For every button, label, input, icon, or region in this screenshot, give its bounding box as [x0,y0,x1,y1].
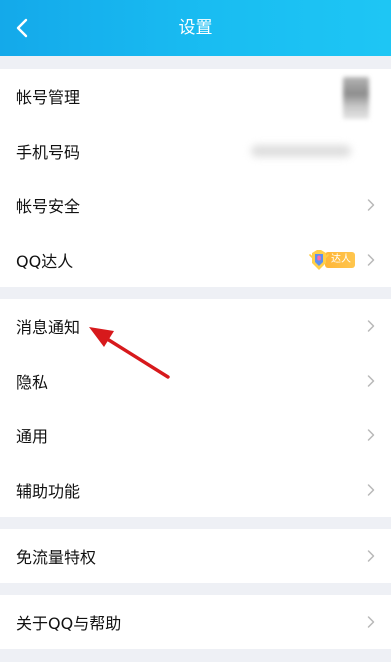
settings-item-label: 免流量特权 [16,548,97,567]
settings-item-label: 帐号管理 [16,88,81,108]
page-title: 设置 [178,18,213,38]
chevron-right-icon [367,199,375,212]
settings-item-label: QQ达人 [16,252,74,272]
settings-item-general[interactable]: 通用 [0,408,391,463]
settings-item-notifications[interactable]: 消息通知 [0,299,391,354]
chevron-right-icon [367,616,375,628]
qq-daren-badge-text: 达人 [325,252,355,269]
settings-item-label: 辅助功能 [16,482,81,502]
settings-item-accessibility[interactable]: 辅助功能 [0,463,391,518]
data-privilege-group: 免流量特权 [0,529,391,583]
chevron-right-icon [367,429,375,442]
settings-item-label: 通用 [16,427,49,447]
chevron-right-icon [367,375,375,387]
settings-item-about-help[interactable]: 关于QQ与帮助 [0,595,391,649]
settings-item-label: 隐私 [16,372,49,392]
title-bar: 设置 [0,0,391,56]
about-group: 关于QQ与帮助 [0,595,391,649]
chevron-right-icon [367,550,375,562]
settings-item-privacy[interactable]: 隐私 [0,354,391,409]
phone-number-value [251,144,351,157]
avatar [343,77,369,119]
settings-item-phone-number[interactable]: 手机号码 [0,124,391,179]
settings-item-label: 关于QQ与帮助 [16,614,122,633]
settings-item-account-management[interactable]: 帐号管理 [0,69,391,124]
settings-item-label: 帐号安全 [16,197,81,217]
settings-item-account-security[interactable]: 帐号安全 [0,178,391,233]
chevron-right-icon [367,320,375,333]
settings-item-label: 消息通知 [16,318,81,338]
settings-item-qq-daren[interactable]: QQ达人 达人 [0,233,391,288]
chevron-right-icon [367,254,375,266]
general-group: 消息通知 隐私 通用 辅助功能 [0,299,391,517]
qq-daren-badge: 达人 [309,250,355,271]
settings-item-free-data[interactable]: 免流量特权 [0,529,391,583]
qq-daren-icon [309,250,329,271]
settings-item-label: 手机号码 [16,142,81,162]
chevron-right-icon [367,484,375,496]
account-group: 帐号管理 手机号码 帐号安全 QQ达人 达人 [0,69,391,287]
